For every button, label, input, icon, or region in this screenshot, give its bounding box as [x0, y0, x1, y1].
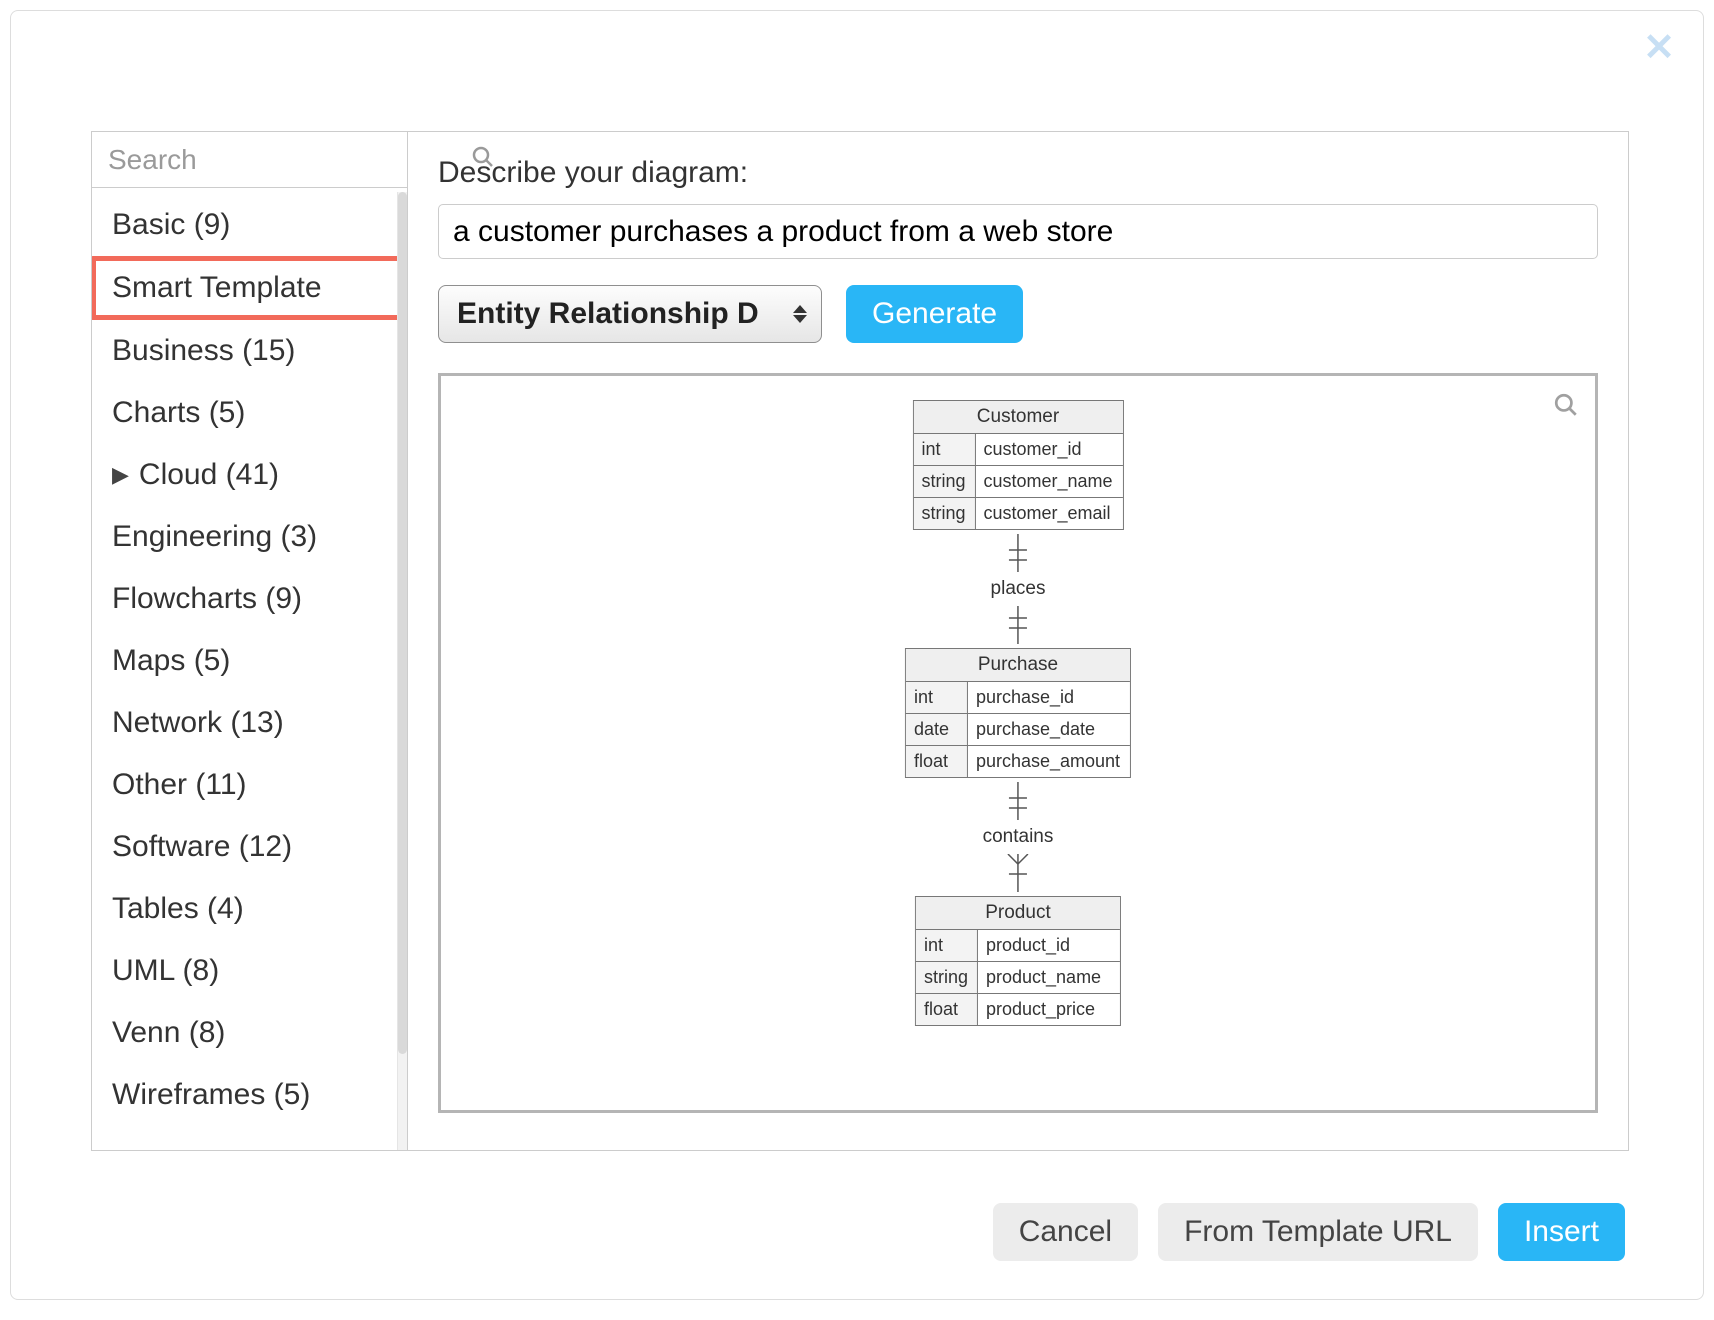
prompt-label: Describe your diagram: — [438, 156, 1598, 190]
dialog-footer: Cancel From Template URL Insert — [993, 1203, 1625, 1261]
category-label: UML (8) — [112, 940, 219, 1002]
category-item[interactable]: Tables (4) — [92, 878, 407, 940]
category-item[interactable]: Network (13) — [92, 692, 407, 754]
category-label: Business (15) — [112, 320, 295, 382]
attr-name: product_name — [978, 962, 1120, 993]
category-item[interactable]: Maps (5) — [92, 630, 407, 692]
attr-name: product_price — [978, 994, 1120, 1025]
category-item[interactable]: ▶Cloud (41) — [92, 444, 407, 506]
entity-attr-row: datepurchase_date — [906, 713, 1130, 745]
category-label: Charts (5) — [112, 382, 245, 444]
entity-attr-row: intcustomer_id — [913, 434, 1122, 465]
insert-button[interactable]: Insert — [1498, 1203, 1625, 1261]
attr-type: int — [913, 434, 975, 465]
entity-attr-row: stringproduct_name — [916, 961, 1120, 993]
generate-button[interactable]: Generate — [846, 285, 1023, 343]
entity-table[interactable]: Productintproduct_idstringproduct_namefl… — [915, 896, 1121, 1026]
main-panel: Describe your diagram: Entity Relationsh… — [408, 132, 1628, 1150]
category-label: Flowcharts (9) — [112, 568, 302, 630]
attr-type: string — [913, 498, 975, 529]
entity-title: Customer — [913, 401, 1122, 434]
cardinality-icon — [1003, 854, 1033, 892]
attr-type: string — [913, 466, 975, 497]
entity-attr-row: floatproduct_price — [916, 993, 1120, 1025]
entity-table[interactable]: Customerintcustomer_idstringcustomer_nam… — [912, 400, 1123, 530]
category-item[interactable]: Flowcharts (9) — [92, 568, 407, 630]
diagram-type-select[interactable]: Entity Relationship D — [438, 285, 822, 343]
category-label: Other (11) — [112, 754, 247, 816]
attr-name: customer_id — [975, 434, 1117, 465]
attr-name: product_id — [978, 930, 1120, 961]
entity-attr-row: stringcustomer_name — [913, 465, 1122, 497]
attr-name: purchase_id — [968, 682, 1110, 713]
template-dialog: ✕ Basic (9)Smart TemplateBusiness (15)Ch… — [10, 10, 1704, 1300]
attr-name: customer_name — [975, 466, 1122, 497]
entity-attr-row: intproduct_id — [916, 930, 1120, 961]
category-item[interactable]: Charts (5) — [92, 382, 407, 444]
zoom-icon[interactable] — [1553, 392, 1579, 423]
cancel-button[interactable]: Cancel — [993, 1203, 1138, 1261]
category-item[interactable]: Software (12) — [92, 816, 407, 878]
attr-type: float — [916, 994, 978, 1025]
diagram-description-input[interactable] — [438, 204, 1598, 259]
relationship-connector: places — [991, 534, 1046, 644]
category-item[interactable]: Smart Template — [92, 256, 407, 320]
attr-name: purchase_date — [968, 714, 1110, 745]
entity-attr-row: floatpurchase_amount — [906, 745, 1130, 777]
category-label: Network (13) — [112, 692, 284, 754]
diagram-type-selected: Entity Relationship D — [457, 297, 759, 331]
entity-attr-row: stringcustomer_email — [913, 497, 1122, 529]
category-label: Cloud (41) — [139, 444, 279, 506]
entity-attr-row: intpurchase_id — [906, 682, 1130, 713]
category-label: Venn (8) — [112, 1002, 225, 1064]
close-icon[interactable]: ✕ — [1643, 29, 1675, 67]
category-item[interactable]: Basic (9) — [92, 194, 407, 256]
diagram-preview: Customerintcustomer_idstringcustomer_nam… — [438, 373, 1598, 1113]
category-item[interactable]: Business (15) — [92, 320, 407, 382]
category-label: Software (12) — [112, 816, 292, 878]
cardinality-icon — [1003, 606, 1033, 644]
sidebar-scrollbar[interactable] — [397, 192, 407, 1150]
attr-type: int — [906, 682, 968, 713]
search-input[interactable] — [106, 143, 471, 177]
category-label: Tables (4) — [112, 878, 244, 940]
category-label: Smart Template — [112, 261, 322, 315]
chevron-updown-icon — [793, 305, 807, 323]
search-icon[interactable] — [471, 145, 495, 174]
attr-name: customer_email — [975, 498, 1120, 529]
category-item[interactable]: UML (8) — [92, 940, 407, 1002]
attr-type: int — [916, 930, 978, 961]
attr-name: purchase_amount — [968, 746, 1130, 777]
entity-table[interactable]: Purchaseintpurchase_iddatepurchase_datef… — [905, 648, 1131, 778]
category-item[interactable]: Wireframes (5) — [92, 1064, 407, 1126]
category-item[interactable]: Engineering (3) — [92, 506, 407, 568]
category-label: Basic (9) — [112, 194, 230, 256]
category-label: Maps (5) — [112, 630, 230, 692]
attr-type: string — [916, 962, 978, 993]
entity-title: Purchase — [906, 649, 1130, 682]
attr-type: float — [906, 746, 968, 777]
entity-title: Product — [916, 897, 1120, 930]
from-template-url-button[interactable]: From Template URL — [1158, 1203, 1478, 1261]
category-item[interactable]: Other (11) — [92, 754, 407, 816]
category-label: Engineering (3) — [112, 506, 317, 568]
expand-arrow-icon: ▶ — [112, 444, 129, 506]
category-item[interactable]: Venn (8) — [92, 1002, 407, 1064]
relationship-connector: contains — [983, 782, 1054, 892]
category-sidebar: Basic (9)Smart TemplateBusiness (15)Char… — [92, 132, 408, 1150]
relationship-label: contains — [983, 826, 1054, 848]
cardinality-icon — [1003, 782, 1033, 820]
cardinality-icon — [1003, 534, 1033, 572]
attr-type: date — [906, 714, 968, 745]
category-label: Wireframes (5) — [112, 1064, 310, 1126]
relationship-label: places — [991, 578, 1046, 600]
